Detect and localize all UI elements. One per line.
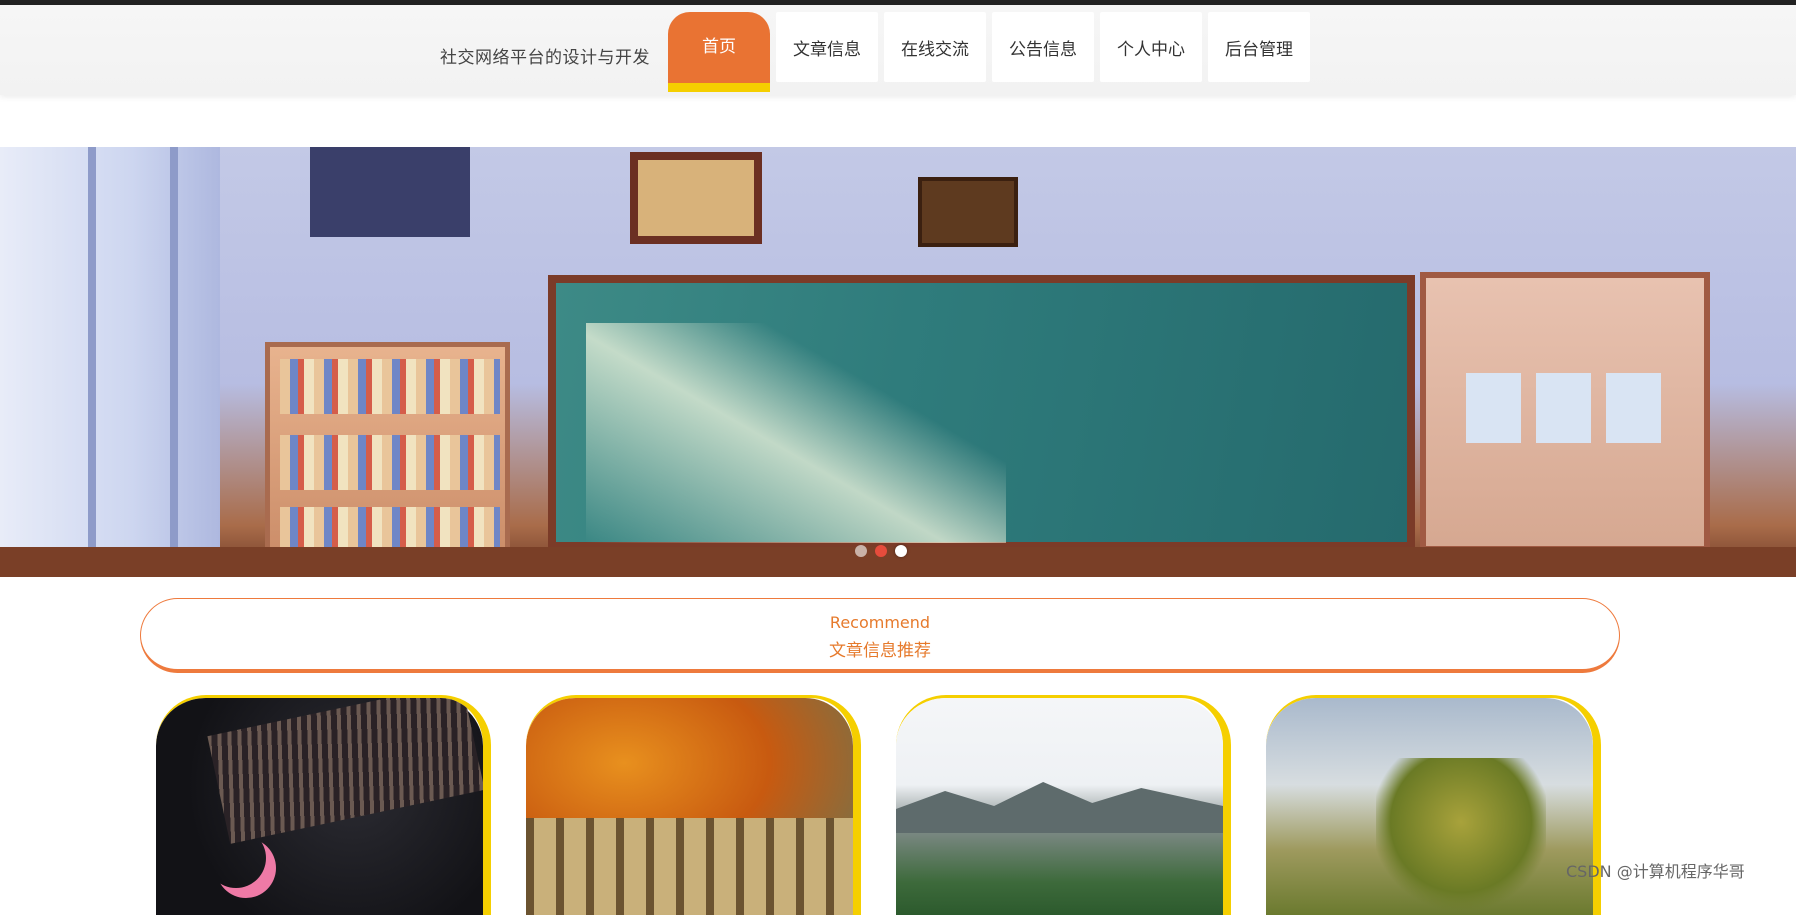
article-card[interactable]: [526, 695, 861, 915]
nav-item-label: 在线交流: [901, 39, 969, 60]
carousel-dot-active[interactable]: [895, 545, 907, 557]
nav-item-label: 首页: [702, 37, 736, 57]
site-header: 社交网络平台的设计与开发 首页 文章信息 在线交流 公告信息 个人中心 后台管理: [0, 5, 1796, 95]
nav-item-label: 后台管理: [1225, 39, 1293, 60]
banner-frame-graphic: [918, 177, 1018, 247]
article-card-image: [896, 698, 1223, 915]
main-nav: 首页 文章信息 在线交流 公告信息 个人中心 后台管理: [668, 12, 1310, 92]
hero-banner-carousel[interactable]: [0, 147, 1796, 577]
nav-item-label: 文章信息: [793, 39, 861, 60]
banner-blackboard-graphic: [548, 275, 1415, 550]
banner-cabinet-graphic: [1420, 272, 1710, 552]
article-card[interactable]: [896, 695, 1231, 915]
carousel-dots: [855, 545, 907, 557]
recommend-title-zh: 文章信息推荐: [829, 641, 931, 661]
nav-item-announcements[interactable]: 公告信息: [992, 12, 1094, 82]
recommend-section-header: Recommend 文章信息推荐: [140, 598, 1620, 673]
article-card-image: [156, 698, 483, 915]
nav-item-personal-center[interactable]: 个人中心: [1100, 12, 1202, 82]
article-card-image: [1266, 698, 1593, 915]
nav-item-home[interactable]: 首页: [668, 12, 770, 92]
nav-item-label: 个人中心: [1117, 39, 1185, 60]
nav-item-admin[interactable]: 后台管理: [1208, 12, 1310, 82]
carousel-dot[interactable]: [855, 545, 867, 557]
article-card[interactable]: [1266, 695, 1601, 915]
csdn-watermark: CSDN @计算机程序华哥: [1566, 862, 1745, 881]
article-card[interactable]: [156, 695, 491, 915]
banner-tv-graphic: [310, 147, 470, 237]
article-card-image: [526, 698, 853, 915]
banner-frame-graphic: [630, 152, 762, 244]
site-title: 社交网络平台的设计与开发: [440, 48, 650, 68]
banner-window-graphic: [0, 147, 220, 567]
carousel-dot[interactable]: [875, 545, 887, 557]
nav-item-articles[interactable]: 文章信息: [776, 12, 878, 82]
nav-item-online-chat[interactable]: 在线交流: [884, 12, 986, 82]
recommend-card-list: [156, 695, 1636, 915]
nav-item-label: 公告信息: [1009, 39, 1077, 60]
recommend-title-en: Recommend: [829, 613, 931, 632]
banner-bookshelf-graphic: [265, 342, 510, 577]
